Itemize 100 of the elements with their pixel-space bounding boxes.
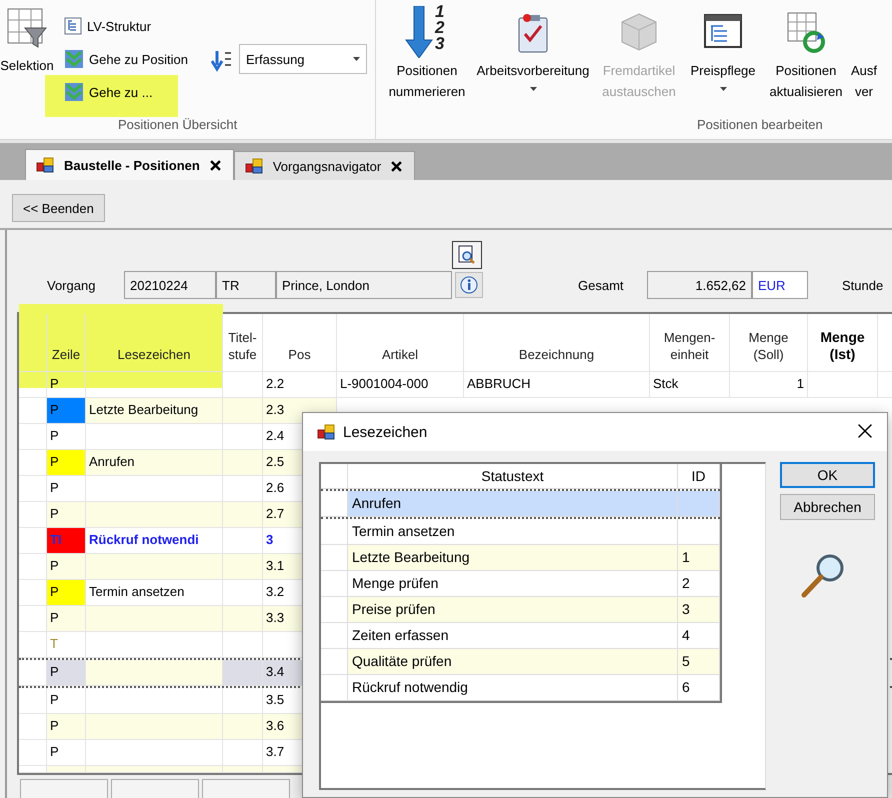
dialog-button[interactable]: Abbrechen <box>780 494 875 520</box>
table-cell <box>223 554 263 580</box>
ribbon-link[interactable]: LV-Struktur <box>64 16 152 36</box>
input-field[interactable]: EUR <box>752 271 808 299</box>
table-cell: Preise prüfen <box>348 597 678 623</box>
table-cell <box>223 660 263 686</box>
table-row[interactable]: Letzte Bearbeitung 1 <box>321 545 720 571</box>
row-header[interactable] <box>19 740 47 766</box>
ribbon-button[interactable]: Preispflege <box>683 4 763 102</box>
row-header[interactable] <box>321 491 348 517</box>
input-field[interactable]: 20210224 <box>124 271 216 299</box>
table-cell: ABBRUCH <box>464 372 650 398</box>
preview-button[interactable] <box>452 241 482 269</box>
row-header[interactable] <box>19 424 47 450</box>
table-cell: Qualitäte prüfen <box>348 649 678 675</box>
ribbon-link[interactable]: Gehe zu ... <box>64 82 153 102</box>
row-header[interactable] <box>321 571 348 597</box>
row-header[interactable] <box>321 597 348 623</box>
column-header[interactable]: Bezeichnung <box>464 314 650 372</box>
input-field[interactable]: Prince, London <box>276 271 452 299</box>
sort-dropdown[interactable]: Erfassung <box>239 44 367 74</box>
ribbon-button[interactable]: Ausf ver <box>849 4 879 102</box>
close-icon[interactable] <box>391 160 402 172</box>
table-cell: P <box>47 450 86 476</box>
row-header[interactable] <box>19 398 47 424</box>
caret-icon <box>530 87 536 91</box>
table-row[interactable]: Anrufen <box>321 491 720 519</box>
column-header[interactable]: Statustext <box>348 464 678 489</box>
row-header[interactable] <box>19 714 47 740</box>
input-field[interactable]: TR <box>216 271 276 299</box>
row-header[interactable] <box>321 545 348 571</box>
info-button[interactable] <box>455 272 483 298</box>
document-tab[interactable]: Baustelle - Positionen <box>25 149 234 180</box>
row-header[interactable] <box>19 580 47 606</box>
document-search-icon <box>458 245 476 265</box>
row-header[interactable] <box>19 450 47 476</box>
column-header[interactable]: Artikel <box>337 314 464 372</box>
table-cell: P <box>47 502 86 528</box>
field-label: Vorgang <box>47 278 96 292</box>
group-label: Positionen Übersicht <box>118 117 238 132</box>
row-header[interactable] <box>19 476 47 502</box>
column-header[interactable]: Pos <box>263 314 337 372</box>
close-icon[interactable] <box>210 160 221 170</box>
row-header[interactable] <box>321 675 348 701</box>
table-cell: P <box>47 714 86 740</box>
table-cell: Anrufen <box>348 491 678 517</box>
row-header[interactable] <box>19 502 47 528</box>
row-header[interactable] <box>19 660 47 686</box>
column-header[interactable]: Mengen- einheit <box>650 314 730 372</box>
row-header[interactable] <box>19 632 47 658</box>
table-cell: Stck <box>650 372 730 398</box>
close-icon[interactable] <box>857 422 873 438</box>
table-cell <box>223 714 263 740</box>
dialog-title: Lesezeichen <box>343 424 428 440</box>
column-header[interactable]: ID <box>678 464 720 489</box>
grid-refresh-icon <box>786 11 826 53</box>
table-cell: P <box>47 606 86 632</box>
row-header[interactable] <box>19 766 47 773</box>
row-header[interactable] <box>19 606 47 632</box>
tab[interactable] <box>111 779 199 798</box>
row-header[interactable] <box>19 688 47 714</box>
down-arrow-icon <box>405 6 433 58</box>
ribbon-link[interactable]: Gehe zu Position <box>64 49 188 69</box>
ribbon-button[interactable]: Positionen aktualisieren <box>763 4 849 102</box>
column-header[interactable]: Menge (Ist) <box>808 314 878 372</box>
column-header[interactable]: Menge (Soll) <box>730 314 808 372</box>
table-cell: T <box>47 632 86 658</box>
column-header[interactable]: Lesezeichen <box>86 314 223 372</box>
table-cell <box>223 398 263 424</box>
caret-icon <box>353 57 360 61</box>
document-tab[interactable]: Vorgangsnavigator <box>234 151 416 180</box>
info-icon <box>460 276 478 294</box>
table-cell: Letzte Bearbeitung <box>348 545 678 571</box>
column-header[interactable]: Zeile <box>47 314 86 372</box>
table-cell: 6 <box>678 675 720 701</box>
table-cell: Anrufen <box>86 450 223 476</box>
tab[interactable] <box>202 779 290 798</box>
row-header[interactable] <box>321 519 348 545</box>
table-row[interactable]: Rückruf notwendig 6 <box>321 675 720 701</box>
row-header[interactable] <box>19 554 47 580</box>
row-header[interactable] <box>321 649 348 675</box>
table-row[interactable]: Qualitäte prüfen 5 <box>321 649 720 675</box>
input-field[interactable]: 1.652,62 <box>647 271 752 299</box>
table-cell: TI <box>47 528 86 554</box>
table-cell: 3 <box>678 597 720 623</box>
chevrons-icon <box>64 82 84 102</box>
row-header[interactable] <box>321 623 348 649</box>
field-label: Gesamt <box>578 278 625 292</box>
table-row[interactable]: Preise prüfen 3 <box>321 597 720 623</box>
back-button[interactable]: << Beenden <box>12 194 105 222</box>
tab[interactable] <box>20 779 108 798</box>
ribbon-button[interactable]: 1 2 3 Positionen nummerieren <box>383 4 471 102</box>
table-cell: Letzte Bearbeitung <box>86 398 223 424</box>
dialog-button[interactable]: OK <box>780 462 875 488</box>
table-cell <box>223 450 263 476</box>
selection-button[interactable]: Selektion <box>0 8 56 73</box>
column-header[interactable]: Titel- stufe <box>223 314 263 372</box>
row-header[interactable] <box>19 528 47 554</box>
sort-icon <box>211 50 233 72</box>
ribbon-button[interactable]: Arbeitsvorbereitung <box>471 4 595 102</box>
